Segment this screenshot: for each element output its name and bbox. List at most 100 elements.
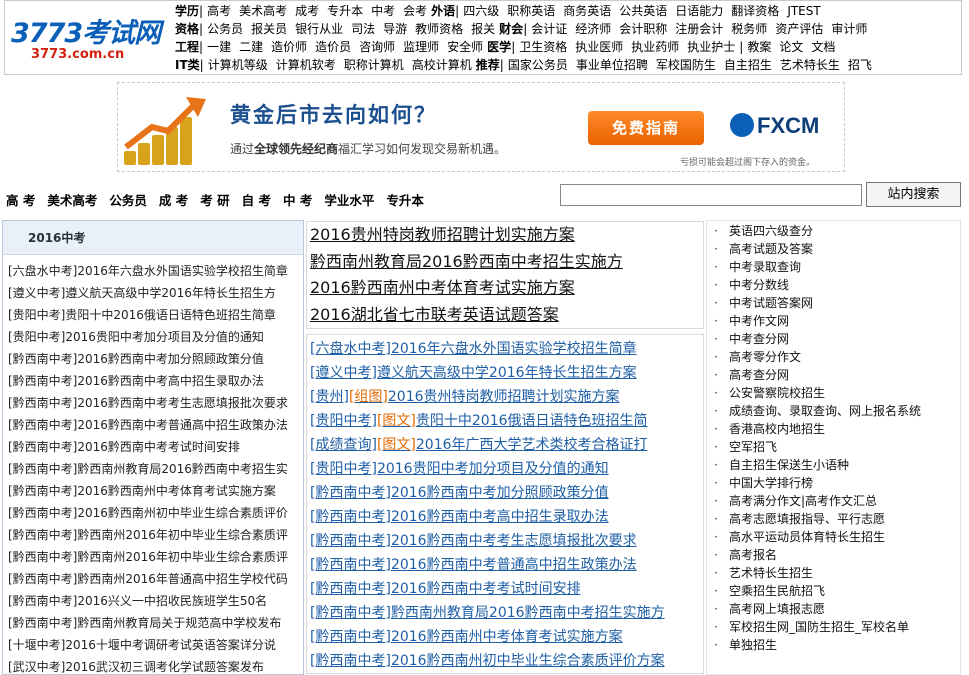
nav-category[interactable]: 外语 bbox=[431, 4, 455, 18]
subnav-link[interactable]: 公务员 bbox=[109, 193, 147, 208]
right-link[interactable]: 中考作文网 bbox=[707, 312, 960, 330]
list-item[interactable]: [贵阳中考]2016贵阳中考加分项目及分值的通知 bbox=[8, 326, 303, 348]
nav-link[interactable]: 资产评估 bbox=[775, 20, 823, 38]
list-item[interactable]: [黔西南中考]2016黔西南中考加分照顾政策分值 bbox=[307, 481, 703, 505]
list-item[interactable]: [贵阳中考]2016贵阳中考加分项目及分值的通知 bbox=[307, 457, 703, 481]
list-item[interactable]: [贵阳中考][图文]贵阳十中2016俄语日语特色班招生简 bbox=[307, 409, 703, 433]
list-item[interactable]: [黔西南中考]2016黔西南中考高中招生录取办法 bbox=[8, 370, 303, 392]
subnav-link[interactable]: 成 考 bbox=[159, 193, 188, 208]
item-tag[interactable]: [黔西南中考] bbox=[310, 509, 391, 525]
item-title[interactable]: 遵义航天高级中学2016年特长生招生方案 bbox=[377, 365, 637, 381]
list-item[interactable]: [六盘水中考]2016年六盘水外国语实验学校招生简章 bbox=[8, 260, 303, 282]
nav-link[interactable]: 文档 bbox=[811, 38, 835, 56]
right-link[interactable]: 军校招生网_国防生招生_军校名单 bbox=[707, 618, 960, 636]
list-item[interactable]: [黔西南中考]2016黔西南中考考试时间安排 bbox=[8, 436, 303, 458]
list-item[interactable]: [黔西南中考]2016黔西南中考高中招生录取办法 bbox=[307, 505, 703, 529]
item-tag[interactable]: [贵阳中考] bbox=[310, 413, 377, 429]
item-tag[interactable]: [黔西南中考] bbox=[310, 485, 391, 501]
nav-link[interactable]: 国家公务员 bbox=[508, 56, 568, 74]
nav-link[interactable]: 职称计算机 bbox=[344, 56, 404, 74]
list-item[interactable]: [黔西南中考]2016黔西南中考考试时间安排 bbox=[307, 577, 703, 601]
right-link[interactable]: 自主招生保送生小语种 bbox=[707, 456, 960, 474]
nav-link[interactable]: 中考 bbox=[371, 2, 395, 20]
nav-link[interactable]: 成考 bbox=[295, 2, 319, 20]
subnav-link[interactable]: 中 考 bbox=[283, 193, 312, 208]
list-item[interactable]: [黔西南中考]黔西南州教育局2016黔西南中考招生实 bbox=[8, 458, 303, 480]
item-tag[interactable]: [黔西南中考] bbox=[310, 605, 391, 621]
nav-link[interactable]: 报关员 bbox=[251, 20, 287, 38]
item-tag2[interactable]: [图文] bbox=[377, 437, 416, 453]
nav-link[interactable]: 高考 bbox=[207, 2, 231, 20]
nav-link[interactable]: 四六级 bbox=[463, 2, 499, 20]
nav-link[interactable]: 一建 bbox=[207, 38, 231, 56]
right-link[interactable]: 高考查分网 bbox=[707, 366, 960, 384]
list-item[interactable]: [黔西南中考]2016黔西南中考考生志愿填报批次要求 bbox=[307, 529, 703, 553]
item-tag2[interactable]: [图文] bbox=[377, 413, 416, 429]
nav-category[interactable]: 财会 bbox=[499, 22, 523, 36]
right-link[interactable]: 中考录取查询 bbox=[707, 258, 960, 276]
list-item[interactable]: [黔西南中考]2016黔西南州初中毕业生综合素质评价方案 bbox=[307, 649, 703, 673]
subnav-link[interactable]: 美术高考 bbox=[47, 193, 97, 208]
nav-link[interactable]: 卫生资格 bbox=[519, 38, 567, 56]
right-link[interactable]: 公安警察院校招生 bbox=[707, 384, 960, 402]
nav-link[interactable]: 职称英语 bbox=[507, 2, 555, 20]
nav-category[interactable]: 医学 bbox=[487, 40, 511, 54]
headline-link[interactable]: 2016湖北省七市联考英语试题答案 bbox=[307, 302, 703, 329]
nav-link[interactable]: 自主招生 bbox=[724, 56, 772, 74]
right-link[interactable]: 高水平运动员体育特长生招生 bbox=[707, 528, 960, 546]
nav-link[interactable]: 高校计算机 bbox=[412, 56, 472, 74]
nav-link[interactable]: 造价员 bbox=[315, 38, 351, 56]
right-link[interactable]: 高考试题及答案 bbox=[707, 240, 960, 258]
item-tag[interactable]: [黔西南中考] bbox=[310, 629, 391, 645]
item-title[interactable]: 2016黔西南州中考体育考试实施方案 bbox=[391, 629, 623, 645]
item-tag2[interactable]: [组图] bbox=[349, 389, 388, 405]
list-item[interactable]: [遵义中考]遵义航天高级中学2016年特长生招生方案 bbox=[307, 361, 703, 385]
nav-link[interactable]: 日语能力 bbox=[675, 2, 723, 20]
list-item[interactable]: [黔西南中考]2016黔西南中考加分照顾政策分值 bbox=[8, 348, 303, 370]
list-item[interactable]: [黔西南中考]2016黔西南中考普通高中招生政策办法 bbox=[8, 414, 303, 436]
headline-link[interactable]: 黔西南州教育局2016黔西南中考招生实施方 bbox=[307, 249, 703, 276]
nav-link[interactable]: 注册会计 bbox=[675, 20, 723, 38]
nav-link[interactable]: 事业单位招聘 bbox=[576, 56, 648, 74]
list-item[interactable]: [贵阳中考]贵阳十中2016俄语日语特色班招生简章 bbox=[8, 304, 303, 326]
nav-link[interactable]: 翻译资格 bbox=[731, 2, 779, 20]
right-link[interactable]: 中考分数线 bbox=[707, 276, 960, 294]
nav-link[interactable]: 艺术特长生 bbox=[780, 56, 840, 74]
nav-link[interactable]: 教师资格 bbox=[415, 20, 463, 38]
nav-category[interactable]: 资格 bbox=[175, 22, 199, 36]
nav-link[interactable]: 造价师 bbox=[271, 38, 307, 56]
nav-link[interactable]: 安全师 bbox=[447, 38, 483, 56]
item-title[interactable]: 2016黔西南州初中毕业生综合素质评价方案 bbox=[391, 653, 665, 669]
subnav-link[interactable]: 学业水平 bbox=[324, 193, 374, 208]
right-link[interactable]: 高考报名 bbox=[707, 546, 960, 564]
list-item[interactable]: [黔西南中考]黔西南州教育局关于规范高中学校发布 bbox=[8, 612, 303, 634]
nav-link[interactable]: 计算机软考 bbox=[276, 56, 336, 74]
list-item[interactable]: [黔西南中考]黔西南州2016年初中毕业生综合素质评 bbox=[8, 546, 303, 568]
subnav-link[interactable]: 自 考 bbox=[242, 193, 271, 208]
item-title[interactable]: 2016黔西南中考普通高中招生政策办法 bbox=[391, 557, 637, 573]
item-tag[interactable]: [黔西南中考] bbox=[310, 653, 391, 669]
subnav-link[interactable]: 考 研 bbox=[200, 193, 229, 208]
item-tag[interactable]: [黔西南中考] bbox=[310, 533, 391, 549]
list-item[interactable]: [贵州][组图]2016贵州特岗教师招聘计划实施方案 bbox=[307, 385, 703, 409]
right-link[interactable]: 高考网上填报志愿 bbox=[707, 600, 960, 618]
list-item[interactable]: [黔西南中考]黔西南州2016年初中毕业生综合素质评 bbox=[8, 524, 303, 546]
list-item[interactable]: [黔西南中考]2016黔西南中考普通高中招生政策办法 bbox=[307, 553, 703, 577]
nav-link[interactable]: 计算机等级 bbox=[208, 56, 268, 74]
nav-link[interactable]: 军校国防生 bbox=[656, 56, 716, 74]
right-link[interactable]: 英语四六级查分 bbox=[707, 222, 960, 240]
list-item[interactable]: [武汉中考]2016武汉初三调考化学试题答案发布 bbox=[8, 656, 303, 674]
list-item[interactable]: [遵义中考]遵义航天高级中学2016年特长生招生方 bbox=[8, 282, 303, 304]
list-item[interactable]: [六盘水中考]2016年六盘水外国语实验学校招生简章 bbox=[307, 337, 703, 361]
item-title[interactable]: 2016黔西南中考高中招生录取办法 bbox=[391, 509, 609, 525]
item-title[interactable]: 贵阳十中2016俄语日语特色班招生简 bbox=[416, 413, 648, 429]
item-tag[interactable]: [黔西南中考] bbox=[310, 581, 391, 597]
item-title[interactable]: 2016年六盘水外国语实验学校招生简章 bbox=[391, 341, 637, 357]
nav-link[interactable]: 会计证 bbox=[531, 20, 567, 38]
right-link[interactable]: 中考试题答案网 bbox=[707, 294, 960, 312]
site-logo[interactable]: 3773考试网 3773.com.cn bbox=[5, 1, 173, 74]
item-tag[interactable]: [贵州] bbox=[310, 389, 349, 405]
list-item[interactable]: [黔西南中考]2016黔西南州中考体育考试实施方案 bbox=[8, 480, 303, 502]
headline-link[interactable]: 2016贵州特岗教师招聘计划实施方案 bbox=[307, 222, 703, 249]
nav-link[interactable]: 银行从业 bbox=[295, 20, 343, 38]
